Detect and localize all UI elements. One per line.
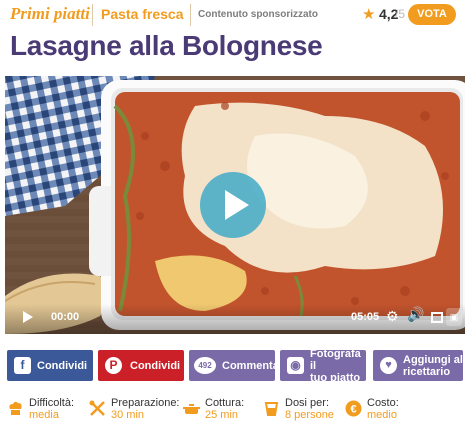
- photo-dish-button[interactable]: ◉ Fotografa il tuo piatto: [280, 347, 366, 384]
- add-to-cookbook-label: Aggiungi al ricettario: [403, 350, 463, 381]
- info-servings: Dosi per: 8 persone: [263, 397, 347, 423]
- pinterest-share-button[interactable]: P Condividi: [98, 350, 184, 381]
- divider: [190, 4, 191, 26]
- info-label: Difficoltà:: [29, 397, 75, 409]
- info-value: 25 min: [205, 409, 239, 421]
- video-controls: 00:00 05:05 ⚙ 🔊 ▣: [5, 304, 465, 334]
- info-label: Preparazione:: [111, 397, 180, 409]
- facebook-share-button[interactable]: f Condividi: [7, 350, 93, 381]
- euro-coin-icon: €: [345, 400, 362, 417]
- info-difficulty: Difficoltà: media: [7, 397, 87, 423]
- chef-hat-icon: [9, 401, 22, 415]
- divider: [92, 4, 93, 26]
- play-overlay-button[interactable]: [200, 172, 266, 238]
- duration: 05:05: [351, 311, 380, 323]
- star-icon: ★: [362, 6, 376, 23]
- fullscreen-icon[interactable]: [431, 312, 443, 323]
- settings-gear-icon[interactable]: ⚙: [386, 308, 399, 325]
- info-value: 30 min: [111, 409, 145, 421]
- info-cost: € Costo: medio: [345, 397, 425, 423]
- heart-icon: ♥: [380, 357, 397, 374]
- recipe-header: Primi piatti Pasta fresca Contenuto spon…: [0, 0, 470, 30]
- pinterest-share-label: Condividi: [130, 359, 181, 372]
- info-label: Cottura:: [205, 397, 245, 409]
- volume-icon[interactable]: 🔊: [407, 307, 424, 323]
- info-value: medio: [367, 409, 397, 421]
- vote-button[interactable]: VOTA: [408, 4, 456, 25]
- facebook-share-label: Condividi: [37, 359, 88, 372]
- recipe-info: Difficoltà: media Preparazione: 30 min C…: [7, 397, 467, 423]
- brand-logo-icon: ▣: [446, 308, 462, 326]
- current-time: 00:00: [51, 311, 80, 323]
- add-to-cookbook-button[interactable]: ♥ Aggiungi al ricettario: [373, 350, 463, 381]
- serving-icon: [264, 402, 279, 416]
- camera-icon: ◉: [287, 357, 304, 374]
- category-link-pasta-fresca[interactable]: Pasta fresca: [101, 6, 184, 22]
- sponsored-label: Contenuto sponsorizzato: [198, 9, 318, 20]
- photo-dish-label-line2: tuo piatto: [310, 371, 361, 384]
- comment-label: Commenta: [222, 359, 279, 372]
- action-buttons: f Condividi P Condividi 492 Commenta ◉ F…: [7, 347, 463, 384]
- facebook-icon: f: [14, 357, 31, 374]
- photo-dish-label: Fotografa il tuo piatto: [310, 347, 366, 384]
- pot-icon: [183, 404, 200, 414]
- play-icon[interactable]: [23, 311, 33, 323]
- info-label: Dosi per:: [285, 397, 330, 409]
- info-value: media: [29, 409, 59, 421]
- page-title: Lasagne alla Bolognese: [10, 30, 323, 61]
- svg-text:€: €: [350, 404, 356, 416]
- comment-button[interactable]: 492 Commenta: [189, 350, 279, 381]
- comment-bubble-icon: 492: [194, 357, 216, 374]
- rating-max: /5: [395, 7, 406, 21]
- photo-dish-label-line1: Fotografa il: [310, 347, 361, 372]
- utensils-icon: [89, 400, 105, 416]
- pinterest-icon: P: [105, 357, 122, 374]
- info-preparation: Preparazione: 30 min: [89, 397, 181, 423]
- add-to-cookbook-label-line2: ricettario: [403, 365, 451, 378]
- add-to-cookbook-label-line1: Aggiungi al: [403, 353, 463, 366]
- category-link-primi-piatti[interactable]: Primi piatti: [10, 4, 90, 24]
- info-value: 8 persone: [285, 409, 334, 421]
- video-player[interactable]: 00:00 05:05 ⚙ 🔊 ▣: [5, 76, 465, 334]
- play-icon: [225, 190, 249, 220]
- info-cooking: Cottura: 25 min: [183, 397, 263, 423]
- info-label: Costo:: [367, 397, 399, 409]
